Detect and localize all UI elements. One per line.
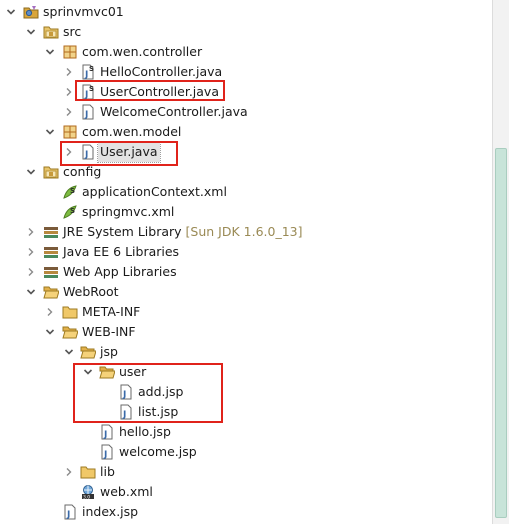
folder-open-icon xyxy=(62,324,78,340)
tree-item-label: Java EE 6 Libraries xyxy=(63,244,180,259)
chevron-right-icon[interactable] xyxy=(63,82,75,102)
tree-item-label: jsp xyxy=(100,344,118,359)
svg-text:J: J xyxy=(122,390,126,400)
java-file-icon: J S xyxy=(80,84,96,100)
spring-xml-icon: S xyxy=(62,204,78,220)
tree-item-label: META-INF xyxy=(82,304,141,319)
chevron-down-icon[interactable] xyxy=(25,162,37,182)
folder-icon xyxy=(80,464,96,480)
chevron-right-icon[interactable] xyxy=(63,142,75,162)
tree-item-label: springmvc.xml xyxy=(82,204,175,219)
svg-text:J: J xyxy=(84,150,88,160)
chevron-down-icon[interactable] xyxy=(44,42,56,62)
tree-item-name: JRE System Library xyxy=(63,224,182,239)
svg-text:S: S xyxy=(70,207,75,215)
folder-open-icon xyxy=(99,364,115,380)
source-folder-icon xyxy=(43,164,59,180)
chevron-right-icon[interactable] xyxy=(25,222,37,242)
svg-text:J: J xyxy=(103,450,107,460)
svg-text:3.0: 3.0 xyxy=(83,495,90,501)
tree-item-label: add.jsp xyxy=(138,384,184,399)
chevron-down-icon[interactable] xyxy=(63,342,75,362)
scrollbar-thumb[interactable] xyxy=(495,148,507,518)
chevron-down-icon[interactable] xyxy=(25,282,37,302)
java-file-icon: J xyxy=(80,144,96,160)
tree-item-label: WebRoot xyxy=(63,284,119,299)
tree-item-label: lib xyxy=(100,464,115,479)
svg-text:J: J xyxy=(84,90,88,100)
source-folder-icon xyxy=(43,24,59,40)
java-file-icon: J S xyxy=(80,64,96,80)
tree-item-label: index.jsp xyxy=(82,504,139,519)
tree-item-label: com.wen.model xyxy=(82,124,182,139)
chevron-right-icon[interactable] xyxy=(63,462,75,482)
jsp-file-icon: J xyxy=(99,424,115,440)
folder-icon xyxy=(62,304,78,320)
tree-item-label: com.wen.controller xyxy=(82,44,203,59)
spring-xml-icon: S xyxy=(62,184,78,200)
tree-item-label: JRE System Library [Sun JDK 1.6.0_13] xyxy=(63,222,302,242)
tree-item-label: list.jsp xyxy=(138,404,179,419)
svg-text:J: J xyxy=(122,410,126,420)
project-icon xyxy=(23,4,39,20)
chevron-right-icon[interactable] xyxy=(63,102,75,122)
svg-text:S: S xyxy=(89,65,94,73)
deployment-descriptor-icon: 3.0 xyxy=(80,484,96,500)
java-file-icon: J xyxy=(80,104,96,120)
tree-item-label: WelcomeController.java xyxy=(100,104,248,119)
svg-text:J: J xyxy=(84,110,88,120)
project-explorer-tree: sprinvmvc01 src com.wen.controller J S H… xyxy=(0,0,492,524)
jsp-file-icon: J xyxy=(118,404,134,420)
chevron-down-icon[interactable] xyxy=(44,322,56,342)
chevron-down-icon[interactable] xyxy=(5,2,17,22)
svg-text:J: J xyxy=(84,70,88,80)
vertical-scrollbar[interactable] xyxy=(492,0,509,524)
tree-item-label: src xyxy=(63,24,82,39)
library-decoration: [Sun JDK 1.6.0_13] xyxy=(185,224,303,239)
jsp-file-icon: J xyxy=(62,504,78,520)
chevron-right-icon[interactable] xyxy=(25,242,37,262)
tree-item-label: applicationContext.xml xyxy=(82,184,227,199)
chevron-down-icon[interactable] xyxy=(44,122,56,142)
chevron-right-icon[interactable] xyxy=(44,302,56,322)
tree-item-label: hello.jsp xyxy=(119,424,171,439)
chevron-down-icon[interactable] xyxy=(82,362,94,382)
tree-item-label: Web App Libraries xyxy=(63,264,177,279)
svg-text:J: J xyxy=(103,430,107,440)
tree-item-label: welcome.jsp xyxy=(119,444,197,459)
tree-item-label: UserController.java xyxy=(100,84,219,99)
tree-item-label: User.java xyxy=(97,141,161,163)
jsp-file-icon: J xyxy=(99,444,115,460)
tree-item-label: HelloController.java xyxy=(100,64,223,79)
package-icon xyxy=(62,124,78,140)
library-icon xyxy=(43,264,59,280)
tree-item-label: web.xml xyxy=(100,484,153,499)
svg-text:S: S xyxy=(70,187,75,195)
svg-text:S: S xyxy=(89,85,94,93)
chevron-right-icon[interactable] xyxy=(25,262,37,282)
tree-item-label: config xyxy=(63,164,102,179)
library-icon xyxy=(43,244,59,260)
tree-item-label: WEB-INF xyxy=(82,324,136,339)
tree-item-label: user xyxy=(119,364,147,379)
chevron-right-icon[interactable] xyxy=(63,62,75,82)
library-icon xyxy=(43,224,59,240)
svg-text:J: J xyxy=(66,510,70,520)
folder-open-icon xyxy=(43,284,59,300)
jsp-file-icon: J xyxy=(118,384,134,400)
tree-item-label: sprinvmvc01 xyxy=(43,4,124,19)
folder-open-icon xyxy=(80,344,96,360)
package-icon xyxy=(62,44,78,60)
chevron-down-icon[interactable] xyxy=(25,22,37,42)
